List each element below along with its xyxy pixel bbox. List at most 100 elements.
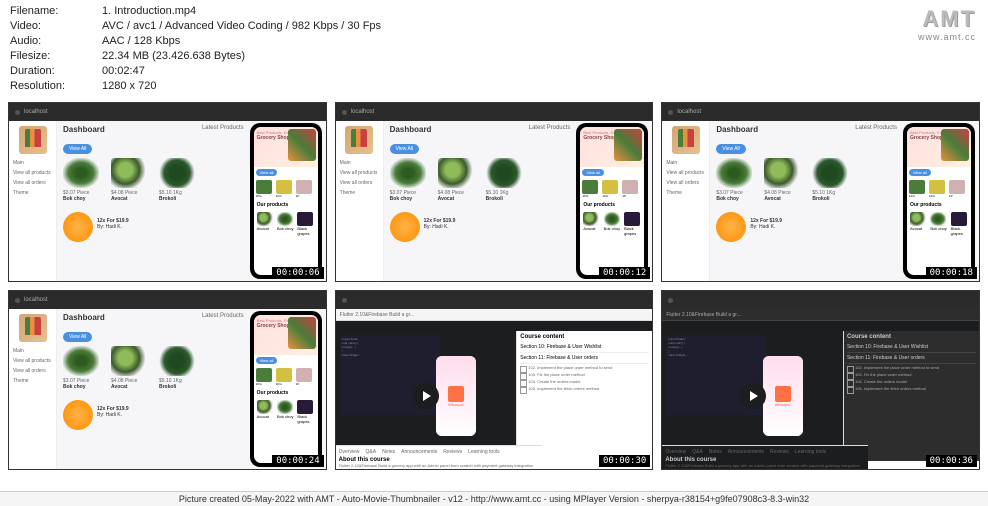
veg-icon [296, 368, 312, 382]
orange-icon [716, 212, 746, 242]
grocery-bag-icon [288, 317, 316, 349]
sidebar-item-main[interactable]: Main [665, 158, 706, 168]
veg-icon [296, 180, 312, 194]
view-all-button[interactable]: View All [63, 144, 92, 154]
phone-section-title: Our products [580, 200, 644, 210]
sidebar-item-products[interactable]: View all products [12, 168, 53, 178]
browser-chrome: localhost [662, 103, 979, 121]
lesson-item[interactable]: 104. Create the orders model [847, 378, 976, 385]
lesson-item[interactable]: 103. Fix the place order method [520, 371, 649, 378]
grocery-bag-icon [614, 129, 642, 161]
phone-preview: Whoops! [436, 356, 476, 436]
sidebar-item-theme[interactable]: Theme [339, 188, 380, 198]
thumbnail-4: localhost Main View all products View al… [8, 290, 327, 470]
phone-viewall-button[interactable]: View all [256, 357, 278, 364]
about-desc: Flutter 2.10&Firebase Build a grocery ap… [665, 463, 865, 468]
veg-icon [256, 180, 272, 194]
bag-icon [775, 386, 791, 402]
view-all-button[interactable]: View All [390, 144, 419, 154]
avocado-icon [257, 400, 273, 414]
sidebar-item-theme[interactable]: Theme [12, 188, 53, 198]
sidebar-item-orders[interactable]: View all orders [12, 178, 53, 188]
sidebar-item-main[interactable]: Main [12, 158, 53, 168]
play-button[interactable] [740, 383, 766, 409]
lesson-item[interactable]: 102. Implement the place order method to… [847, 364, 976, 371]
lesson-item[interactable]: 105. Implement the fetch orders method [847, 385, 976, 392]
product-card[interactable]: $5.10 1KgBrokoli [812, 158, 852, 202]
phone-mockup: Best Products, Easy HandsGrocery Shoppin… [903, 123, 975, 279]
filesize-value: 22.34 MB (23.426.638 Bytes) [102, 49, 245, 64]
sidebar-item-theme[interactable]: Theme [12, 376, 53, 386]
udemy-header [336, 321, 653, 331]
browser-tabs: Flutter 2.10&Firebase Build a gr... [336, 309, 653, 321]
product-card[interactable]: $4.08 PieceAvocat [438, 158, 478, 202]
avocado-icon [111, 158, 147, 188]
product-card[interactable]: $3.07 PieceBok choy [390, 158, 430, 202]
grapes-icon [297, 212, 313, 226]
phone-mockup: Best Products, Easy HandsGrocery Shoppin… [576, 123, 648, 279]
view-all-button[interactable]: View All [716, 144, 745, 154]
product-card[interactable]: $3.07 PieceBok choy [63, 158, 103, 202]
phone-viewall-button[interactable]: View all [582, 169, 604, 176]
veg-icon [929, 180, 945, 194]
grocery-logo-icon [19, 314, 47, 342]
sidebar-item-products[interactable]: View all products [665, 168, 706, 178]
latest-products-label: Latest Products [855, 125, 897, 131]
phone-mockup: Best Products, Easy HandsGrocery Shoppin… [250, 123, 322, 279]
lesson-item[interactable]: 103. Fix the place order method [847, 371, 976, 378]
sidebar-item-main[interactable]: Main [12, 346, 53, 356]
duration-label: Duration: [10, 64, 102, 79]
sidebar-item-orders[interactable]: View all orders [12, 366, 53, 376]
sidebar-item-products[interactable]: View all products [339, 168, 380, 178]
lesson-item[interactable]: 104. Create the orders model [520, 378, 649, 385]
sidebar-title: Course content [847, 334, 976, 340]
video-player[interactable]: import fluttervoid main() { runApp(...)}… [662, 331, 843, 461]
product-card[interactable]: $3.07 PieceBok choy [63, 346, 103, 390]
sidebar: Main View all products View all orders T… [9, 309, 57, 470]
product-card[interactable]: $3.07 PieceBok choy [716, 158, 756, 202]
sidebar-item-main[interactable]: Main [339, 158, 380, 168]
phone-viewall-button[interactable]: View all [256, 169, 278, 176]
avocado-icon [583, 212, 599, 226]
play-icon [423, 391, 431, 401]
bokchoy-icon [277, 400, 293, 414]
section-header[interactable]: Section 11: Firebase & User orders [520, 353, 649, 364]
section-header[interactable]: Section 10: Firebase & User Wishlist [520, 342, 649, 353]
sidebar-item-orders[interactable]: View all orders [665, 178, 706, 188]
phone-section-title: Our products [254, 388, 318, 398]
product-card[interactable]: $4.08 PieceAvocat [764, 158, 804, 202]
section-header[interactable]: Section 11: Firebase & User orders [847, 353, 976, 364]
lesson-item[interactable]: 102. Implement the place order method to… [520, 364, 649, 371]
phone-preview: Whoops! [763, 356, 803, 436]
sidebar-item-products[interactable]: View all products [12, 356, 53, 366]
video-label: Video: [10, 19, 102, 34]
latest-products-label: Latest Products [202, 313, 244, 319]
sidebar-item-orders[interactable]: View all orders [339, 178, 380, 188]
bag-icon [448, 386, 464, 402]
product-card[interactable]: $5.10 1KgBrokoli [159, 158, 199, 202]
product-card[interactable]: $5.10 1KgBrokoli [486, 158, 526, 202]
video-value: AVC / avc1 / Advanced Video Coding / 982… [102, 19, 381, 34]
browser-chrome: localhost [9, 291, 326, 309]
resolution-label: Resolution: [10, 79, 102, 94]
avocado-icon [764, 158, 800, 188]
video-player[interactable]: import fluttervoid main() { runApp(...)}… [336, 331, 517, 461]
avocado-icon [438, 158, 474, 188]
timestamp: 00:00:30 [599, 455, 650, 467]
section-header[interactable]: Section 10: Firebase & User Wishlist [847, 342, 976, 353]
product-card[interactable]: $4.08 PieceAvocat [111, 158, 151, 202]
veg-icon [276, 180, 292, 194]
browser-chrome [662, 291, 979, 309]
grocery-logo-icon [672, 126, 700, 154]
play-button[interactable] [413, 383, 439, 409]
sidebar-item-theme[interactable]: Theme [665, 188, 706, 198]
tab-overview[interactable]: Overview [665, 449, 686, 455]
phone-viewall-button[interactable]: View all [909, 169, 931, 176]
timestamp: 00:00:24 [272, 455, 323, 467]
view-all-button[interactable]: View All [63, 332, 92, 342]
product-card[interactable]: $5.10 1KgBrokoli [159, 346, 199, 390]
product-card[interactable]: $4.08 PieceAvocat [111, 346, 151, 390]
veg-icon [622, 180, 638, 194]
tab-overview[interactable]: Overview [339, 449, 360, 455]
lesson-item[interactable]: 105. Implement the fetch orders method [520, 385, 649, 392]
